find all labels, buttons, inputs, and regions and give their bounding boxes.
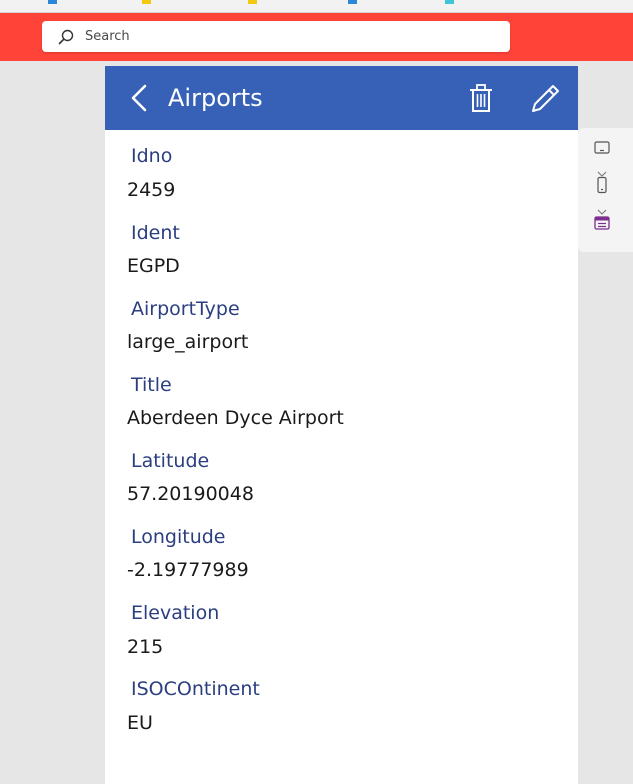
field-label-longitude: Longitude xyxy=(131,526,226,548)
app-screen: Airports Idno 2459 Ident EGPD AirportTyp… xyxy=(105,66,578,784)
phone-icon xyxy=(597,176,607,194)
trash-icon xyxy=(470,84,492,112)
search-box[interactable] xyxy=(42,21,510,52)
field-value-ident: EGPD xyxy=(127,255,180,277)
field-value-elevation: 215 xyxy=(127,636,164,658)
chevron-down-icon[interactable] xyxy=(597,200,607,215)
tablet-layout-button[interactable] xyxy=(593,139,611,157)
field-label-airporttype: AirportType xyxy=(131,298,240,320)
top-command-bar xyxy=(0,13,633,61)
back-chevron-icon xyxy=(131,84,147,112)
field-label-isocontinent: ISOCOntinent xyxy=(131,678,260,700)
phone-layout-button[interactable] xyxy=(593,176,611,194)
field-value-isocontinent: EU xyxy=(127,712,153,734)
tablet-icon xyxy=(594,141,610,154)
browser-top-strip xyxy=(0,0,633,13)
tab-icon xyxy=(348,0,357,4)
field-value-idno: 2459 xyxy=(127,179,176,201)
app-header: Airports xyxy=(105,66,578,130)
field-label-elevation: Elevation xyxy=(131,602,220,624)
device-toolbar xyxy=(578,128,633,252)
field-label-latitude: Latitude xyxy=(131,450,210,472)
field-value-title: Aberdeen Dyce Airport xyxy=(127,407,344,429)
form-view-button[interactable] xyxy=(593,214,611,232)
form-view-icon xyxy=(594,216,610,230)
field-label-ident: Ident xyxy=(131,222,180,244)
back-button[interactable] xyxy=(123,81,157,115)
tab-icon xyxy=(445,0,454,4)
field-value-latitude: 57.20190048 xyxy=(127,483,254,505)
chevron-down-icon[interactable] xyxy=(597,162,607,177)
app-title: Airports xyxy=(168,84,263,112)
field-label-title: Title xyxy=(131,374,172,396)
field-value-longitude: -2.19777989 xyxy=(127,559,249,581)
pencil-icon xyxy=(532,85,559,112)
field-label-idno: Idno xyxy=(131,145,173,167)
tab-icon xyxy=(248,0,257,4)
delete-button[interactable] xyxy=(466,82,496,114)
field-value-airporttype: large_airport xyxy=(127,331,249,353)
search-icon xyxy=(57,28,75,46)
search-input[interactable] xyxy=(85,21,495,52)
tab-icon xyxy=(142,0,151,4)
tab-icon xyxy=(48,0,57,4)
edit-button[interactable] xyxy=(529,81,563,115)
